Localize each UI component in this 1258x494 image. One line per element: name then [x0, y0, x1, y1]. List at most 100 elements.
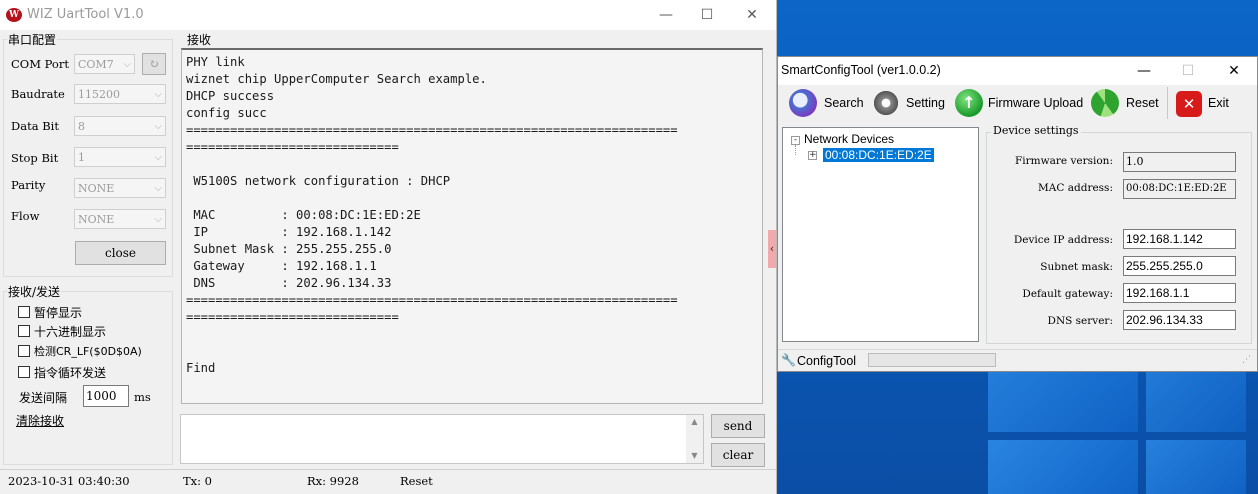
baudrate-select[interactable]: 115200 ⌵ — [74, 84, 166, 104]
refresh-ports-button[interactable]: ↻ — [142, 53, 166, 75]
status-rx-count: Rx: 9928 — [307, 474, 359, 488]
chevron-down-icon: ⌵ — [154, 121, 162, 132]
flow-select[interactable]: NONE ⌵ — [74, 209, 166, 229]
device-ip-label: Device IP address: — [1013, 234, 1113, 246]
minimize-icon[interactable]: — — [656, 5, 676, 25]
default-gateway-input[interactable]: 192.168.1.1 — [1123, 283, 1236, 303]
resize-grip-icon[interactable]: ⋰ — [1242, 355, 1251, 365]
desktop-window-pane — [1146, 440, 1246, 494]
com-port-value: COM7 — [78, 58, 114, 71]
loop-send-label: 指令循环发送 — [34, 366, 107, 380]
wrench-icon: 🔧 — [781, 353, 796, 367]
subnet-mask-label: Subnet mask: — [1040, 261, 1113, 273]
smartconfigtool-window: SmartConfigTool (ver1.0.0.2) — ☐ ✕ Searc… — [777, 56, 1258, 372]
exit-button-label: Exit — [1208, 96, 1229, 110]
exit-icon: ✕ — [1176, 91, 1202, 117]
status-progress-bar — [868, 353, 996, 367]
receive-text: PHY link wiznet chip UpperComputer Searc… — [186, 55, 678, 375]
setting-button[interactable]: Setting — [872, 87, 948, 119]
maximize-icon[interactable]: ☐ — [697, 5, 717, 25]
receive-textarea[interactable]: PHY link wiznet chip UpperComputer Searc… — [181, 48, 763, 404]
expand-icon[interactable]: + — [808, 151, 817, 160]
collapse-icon[interactable]: - — [791, 136, 800, 145]
send-button[interactable]: send — [711, 414, 765, 438]
device-settings-label: Device settings — [991, 124, 1081, 137]
firmware-version-label: Firmware version: — [1015, 155, 1113, 167]
loop-send-checkbox[interactable] — [18, 366, 30, 378]
dns-server-label: DNS server: — [1047, 315, 1113, 327]
pause-display-checkbox[interactable] — [18, 306, 30, 318]
send-textarea[interactable]: ▲ ▼ — [180, 414, 704, 464]
desktop-window-pane — [988, 440, 1138, 494]
dns-server-input[interactable]: 202.96.134.33 — [1123, 310, 1236, 330]
firmware-upload-label: Firmware Upload — [988, 96, 1084, 110]
exit-button[interactable]: ✕ Exit — [1174, 87, 1244, 119]
baudrate-label: Baudrate — [11, 87, 65, 101]
firmware-version-field: 1.0 — [1123, 152, 1236, 172]
detect-crlf-checkbox[interactable] — [18, 345, 30, 357]
clear-button[interactable]: clear — [711, 443, 765, 467]
refresh-icon — [1091, 89, 1119, 117]
data-bit-select[interactable]: 8 ⌵ — [74, 116, 166, 136]
detect-crlf-label: 检测CR_LF($0D$0A) — [34, 345, 142, 358]
wiznet-logo-icon: W — [6, 8, 22, 22]
close-window-icon[interactable]: ✕ — [742, 5, 762, 25]
upload-arrow-icon: ↑ — [955, 89, 983, 117]
search-icon — [789, 89, 817, 117]
com-port-select[interactable]: COM7 ⌵ — [74, 54, 135, 74]
close-window-icon[interactable]: ✕ — [1224, 61, 1244, 81]
mac-address-label: MAC address: — [1038, 182, 1113, 194]
parity-select[interactable]: NONE ⌵ — [74, 178, 166, 198]
close-port-button[interactable]: close — [75, 241, 166, 265]
device-tree[interactable]: - Network Devices + 00:08:DC:1E:ED:2E — [782, 127, 979, 342]
clear-receive-link[interactable]: 清除接收 — [16, 412, 64, 429]
serial-config-label: 串口配置 — [7, 31, 58, 48]
pause-display-label: 暂停显示 — [34, 306, 83, 320]
rxtx-label: 接收/发送 — [7, 283, 62, 300]
desktop-window-pane — [1146, 372, 1246, 432]
flow-value: NONE — [78, 213, 115, 226]
firmware-upload-button[interactable]: ↑ Firmware Upload — [954, 87, 1088, 119]
reset-button-label: Reset — [1126, 96, 1159, 110]
search-button-label: Search — [824, 96, 864, 110]
flow-label: Flow — [11, 209, 40, 223]
maximize-icon: ☐ — [1181, 63, 1195, 79]
tree-root-label[interactable]: Network Devices — [804, 132, 894, 146]
tree-device-item[interactable]: 00:08:DC:1E:ED:2E — [823, 148, 934, 162]
search-button[interactable]: Search — [782, 87, 881, 119]
stop-bit-value: 1 — [78, 151, 85, 164]
chevron-down-icon: ⌵ — [123, 59, 131, 70]
device-ip-input[interactable]: 192.168.1.142 — [1123, 229, 1236, 249]
scroll-down-icon[interactable]: ▼ — [686, 449, 703, 463]
send-interval-label: 发送间隔 — [19, 391, 68, 405]
status-divider — [778, 349, 1257, 350]
splitter-handle[interactable]: ‹ — [768, 230, 776, 268]
minimize-icon[interactable]: — — [1134, 61, 1154, 81]
subnet-mask-input[interactable]: 255.255.255.0 — [1123, 256, 1236, 276]
data-bit-label: Data Bit — [11, 119, 59, 133]
scroll-up-icon[interactable]: ▲ — [686, 415, 703, 429]
window-title: SmartConfigTool (ver1.0.0.2) — [781, 63, 941, 77]
parity-value: NONE — [78, 182, 115, 195]
uarttool-window: W WIZ UartTool V1.0 — ☐ ✕ 串口配置 COM Port … — [0, 0, 777, 494]
reset-button[interactable]: Reset — [1091, 87, 1163, 119]
setting-button-label: Setting — [906, 96, 945, 110]
status-reset-button[interactable]: Reset — [400, 474, 433, 488]
chevron-down-icon: ⌵ — [154, 183, 162, 194]
desktop-window-pane — [988, 372, 1138, 432]
stop-bit-select[interactable]: 1 ⌵ — [74, 147, 166, 167]
com-port-label: COM Port — [11, 57, 69, 71]
send-interval-unit: ms — [134, 390, 151, 404]
send-interval-input[interactable]: 1000 — [83, 385, 129, 407]
refresh-icon: ↻ — [148, 57, 160, 71]
parity-label: Parity — [11, 178, 46, 192]
chevron-down-icon: ⌵ — [154, 214, 162, 225]
hex-display-checkbox[interactable] — [18, 325, 30, 337]
status-label: ConfigTool — [797, 354, 857, 368]
window-title: WIZ UartTool V1.0 — [27, 7, 144, 22]
chevron-down-icon: ⌵ — [154, 89, 162, 100]
tree-line — [795, 145, 797, 155]
default-gateway-label: Default gateway: — [1022, 288, 1113, 300]
status-tx-count: Tx: 0 — [183, 474, 213, 488]
send-scrollbar[interactable]: ▲ ▼ — [686, 415, 703, 463]
